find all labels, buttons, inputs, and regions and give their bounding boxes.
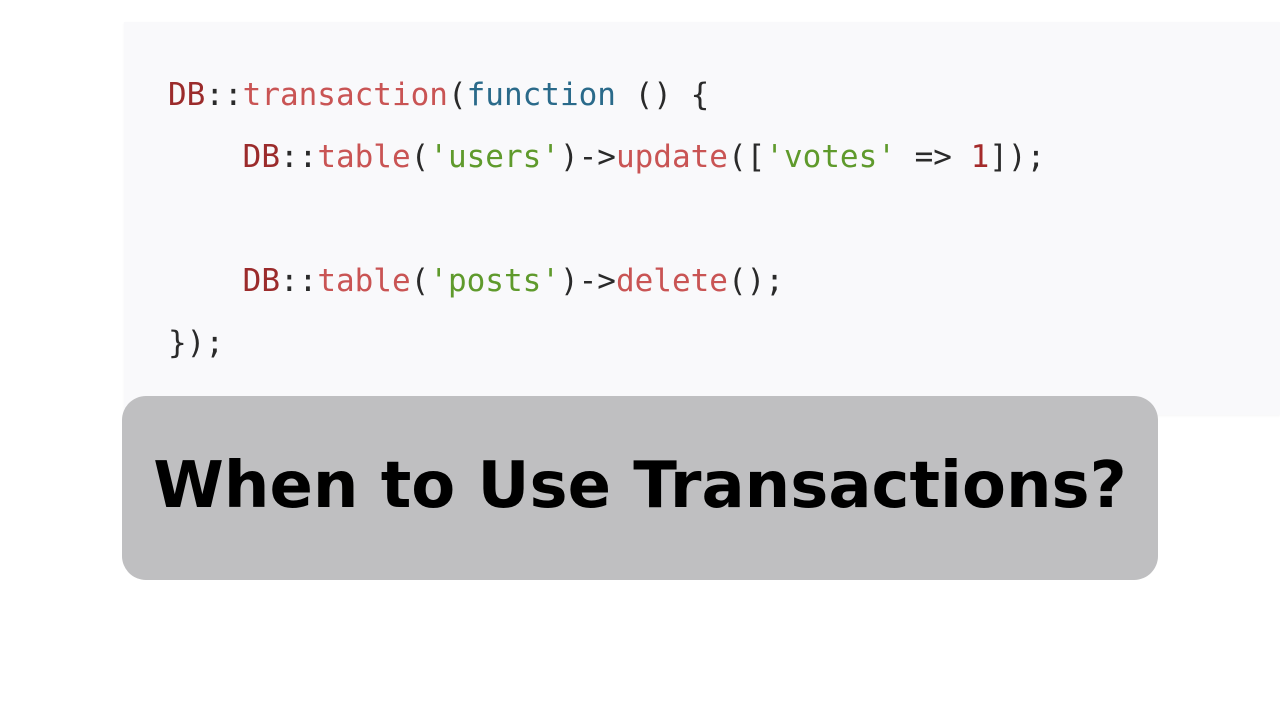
code-token-punct [168, 263, 243, 299]
code-block: DB::transaction(function () { DB::table(… [168, 64, 1045, 374]
code-token-punct: ( [410, 263, 430, 299]
code-token-class: DB [242, 139, 280, 175]
code-token-method: transaction [242, 77, 448, 113]
code-token-str: 'votes' [765, 139, 896, 175]
code-token-method: table [317, 263, 411, 299]
code-token-punct: :: [205, 77, 243, 113]
title-banner: When to Use Transactions? [122, 396, 1158, 580]
code-token-punct: () { [615, 77, 710, 113]
code-token-punct: )-> [559, 263, 616, 299]
code-token-method: delete [615, 263, 728, 299]
code-line: DB::transaction(function () { [168, 64, 1045, 126]
code-token-method: update [615, 139, 728, 175]
code-token-punct: => [895, 139, 971, 175]
code-token-str: 'posts' [429, 263, 560, 299]
code-token-punct: ( [447, 77, 467, 113]
code-token-punct: (); [727, 263, 784, 299]
code-token-method: table [317, 139, 411, 175]
code-token-punct: ([ [727, 139, 766, 175]
code-token-punct [168, 139, 243, 175]
code-line: DB::table('posts')->delete(); [168, 250, 1045, 312]
code-token-kw: function [466, 77, 616, 113]
code-line: }); [168, 312, 1045, 374]
code-token-num: 1 [970, 139, 990, 175]
code-token-class: DB [168, 77, 206, 113]
code-line: DB::table('users')->update(['votes' => 1… [168, 126, 1046, 188]
code-token-class: DB [242, 263, 280, 299]
code-token-punct: ]); [989, 139, 1046, 175]
banner-title: When to Use Transactions? [153, 449, 1127, 523]
code-token-punct: ( [410, 139, 430, 175]
code-token-str: 'users' [429, 139, 560, 175]
code-token-punct: :: [279, 263, 318, 299]
code-token-punct: :: [279, 139, 318, 175]
code-token-punct: }); [168, 325, 224, 361]
code-token-punct: )-> [559, 139, 616, 175]
